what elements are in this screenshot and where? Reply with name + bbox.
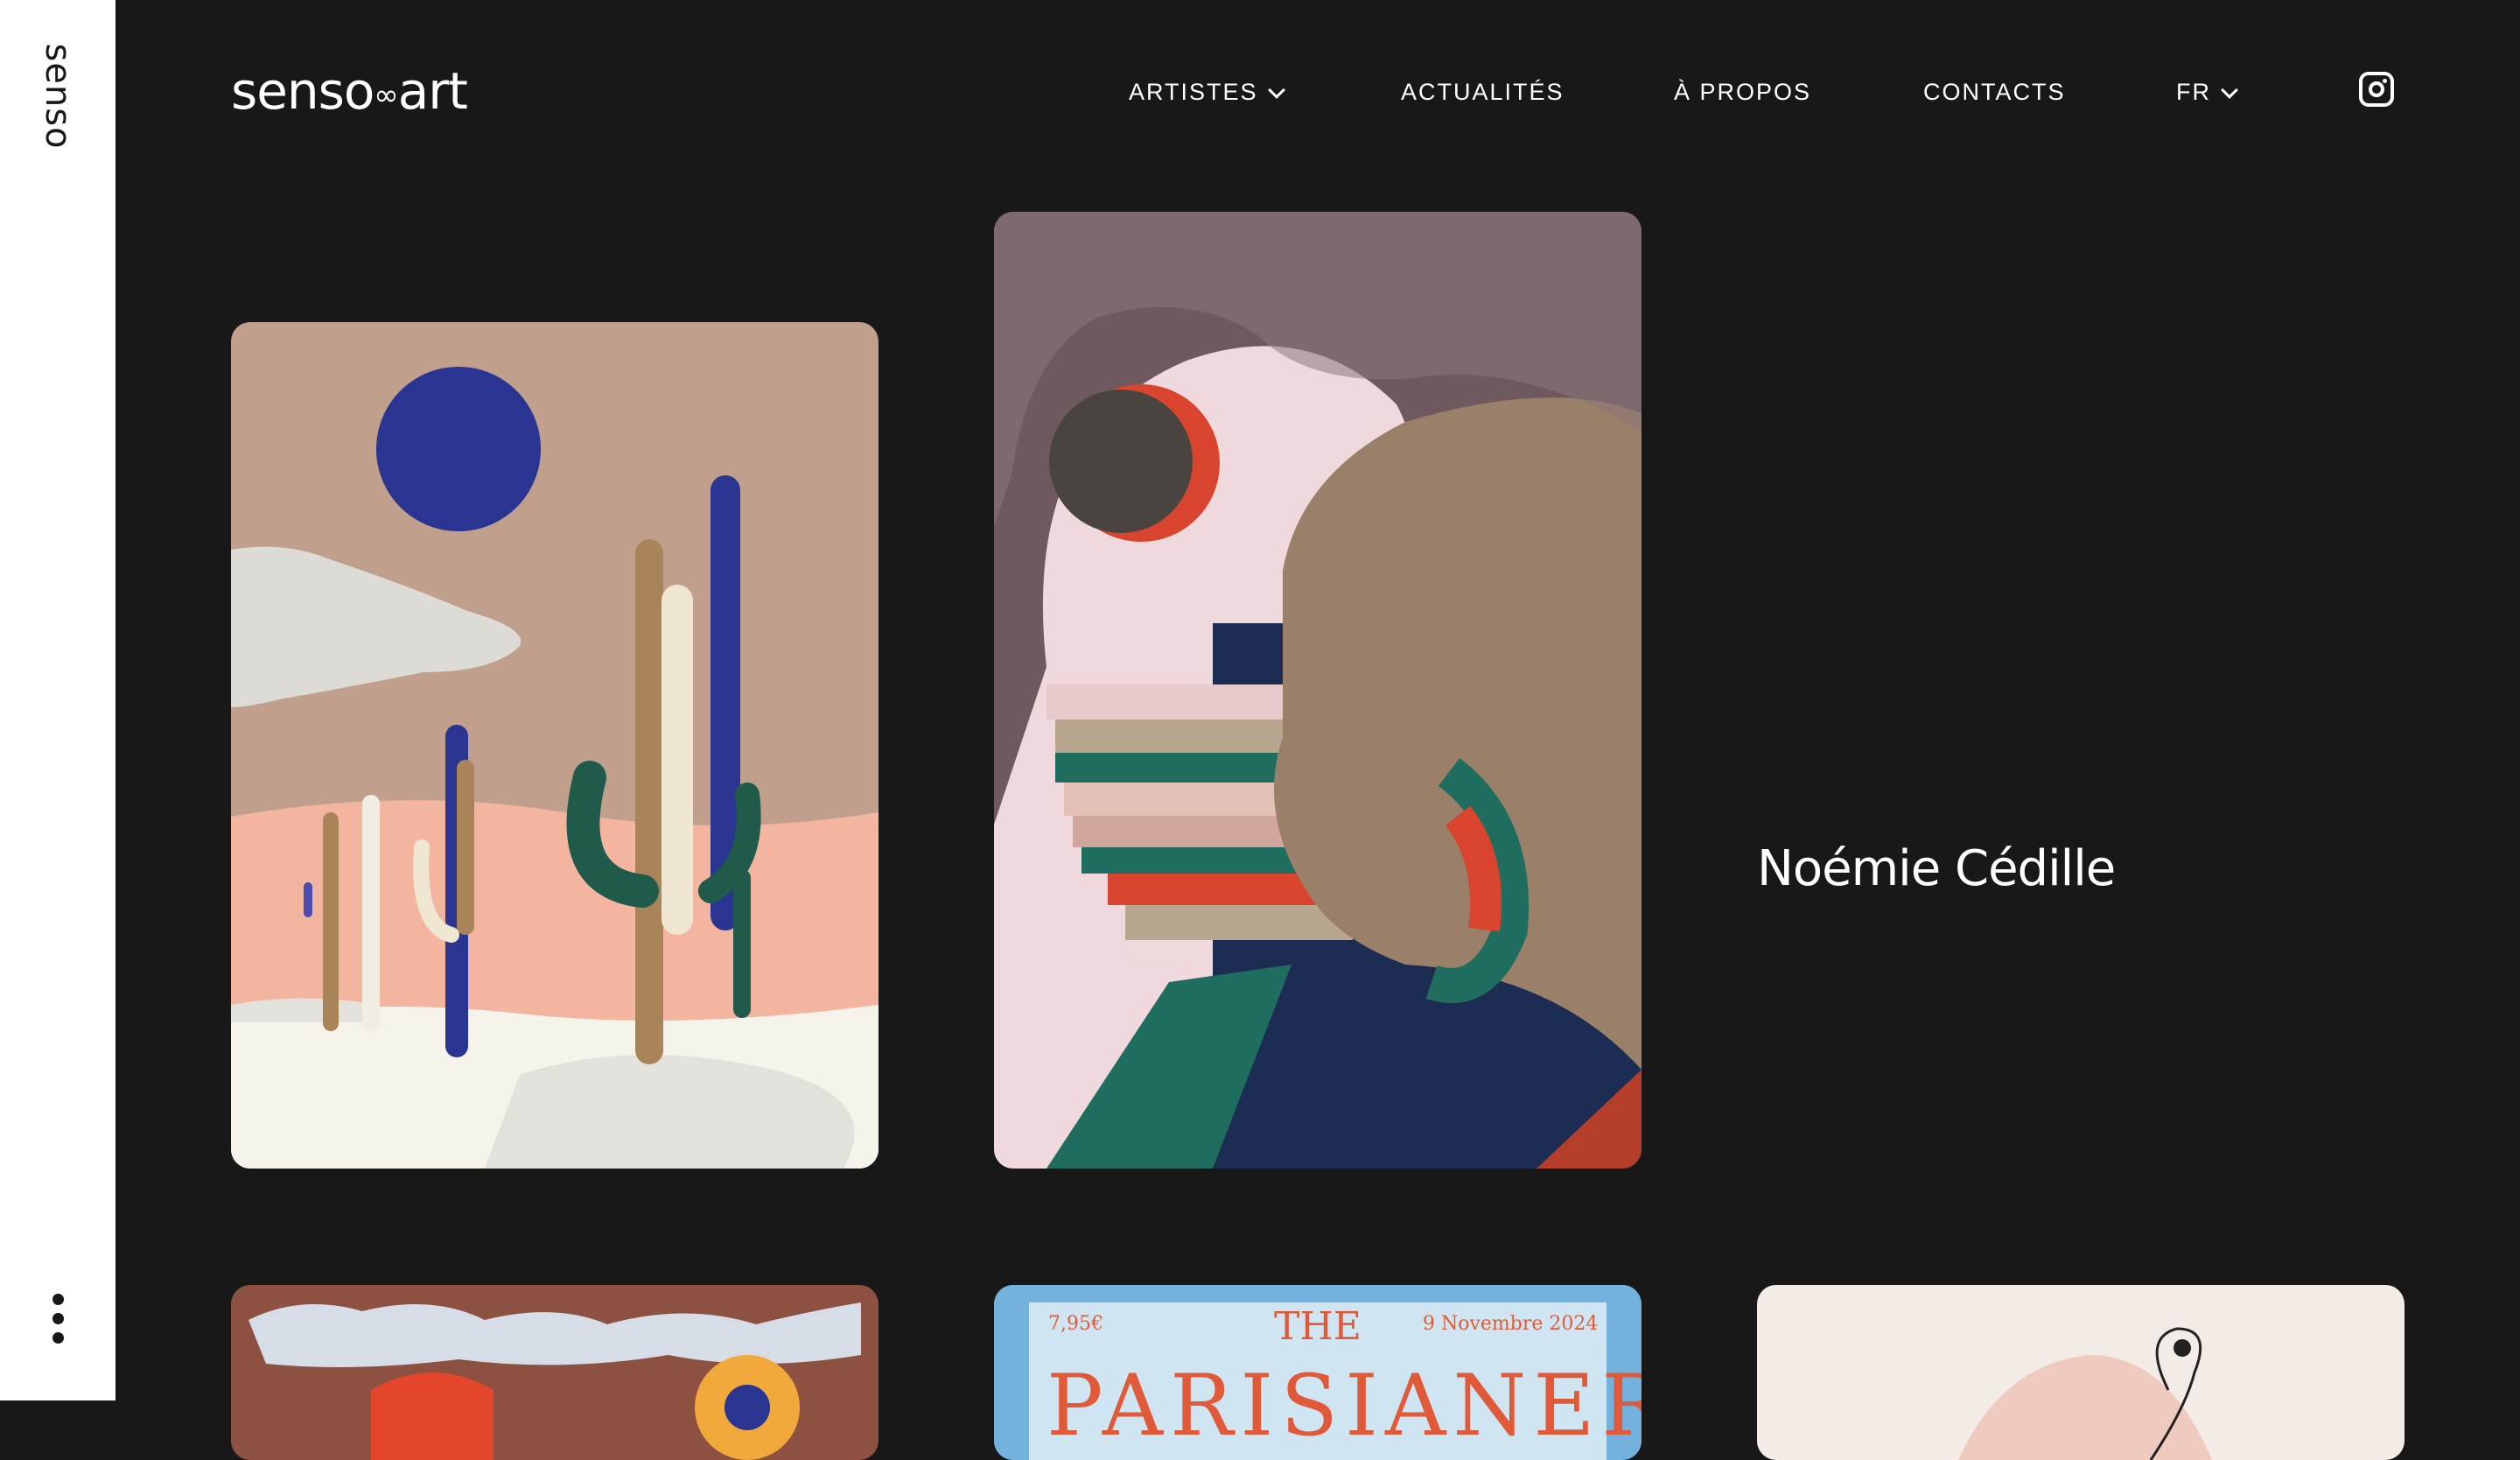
nav-artistes[interactable]: ARTISTES [1129,79,1285,106]
side-rail: senso [0,0,116,1400]
chevron-down-icon [2221,81,2238,99]
nav-label: ARTISTES [1129,79,1258,105]
menu-dot [52,1294,64,1305]
nav-a-propos[interactable]: À PROPOS [1674,79,1811,106]
artwork-card-magazine[interactable]: 7,95€ THE 9 Novembre 2024 PARISIANER [994,1285,1642,1460]
chevron-down-icon [1267,81,1285,99]
artwork-line-image [1757,1285,2404,1460]
magazine-price: 7,95€ [1048,1313,1103,1335]
nav-contacts[interactable]: CONTACTS [1923,79,2066,106]
language-label: FR [2176,79,2211,105]
brand-name: senso [231,61,374,121]
main-content: senso∞art ARTISTES ACTUALITÉS À PROPOS C… [116,0,2520,1460]
nav-label: ACTUALITÉS [1401,79,1564,105]
more-menu-icon[interactable] [49,1294,66,1344]
artist-name-link[interactable]: Noémie Cédille [1757,840,2116,897]
artwork-arch-image [994,212,1642,1169]
magazine-title: PARISIANER [1046,1357,1642,1455]
menu-dot [52,1313,64,1324]
artwork-card-sunflower[interactable] [231,1285,878,1460]
artwork-desert-image [231,322,878,1169]
side-logo[interactable]: senso [38,43,78,149]
artwork-card-desert[interactable] [231,322,878,1169]
language-selector[interactable]: FR [2176,79,2238,106]
nav-label: CONTACTS [1923,79,2066,105]
magazine-the: THE [1274,1304,1362,1349]
brand-logo[interactable]: senso∞art [231,61,468,121]
artwork-sunflower-image [231,1285,878,1460]
magazine-date: 9 Novembre 2024 [1423,1313,1599,1335]
artwork-card-arch[interactable] [994,212,1642,1169]
nav-actualites[interactable]: ACTUALITÉS [1401,79,1564,106]
brand-art: art [397,61,468,121]
artwork-card-line[interactable] [1757,1285,2404,1460]
instagram-icon[interactable] [2359,72,2394,107]
brand-connector: ∞ [374,78,398,113]
nav-label: À PROPOS [1674,79,1812,105]
menu-dot [52,1332,64,1344]
